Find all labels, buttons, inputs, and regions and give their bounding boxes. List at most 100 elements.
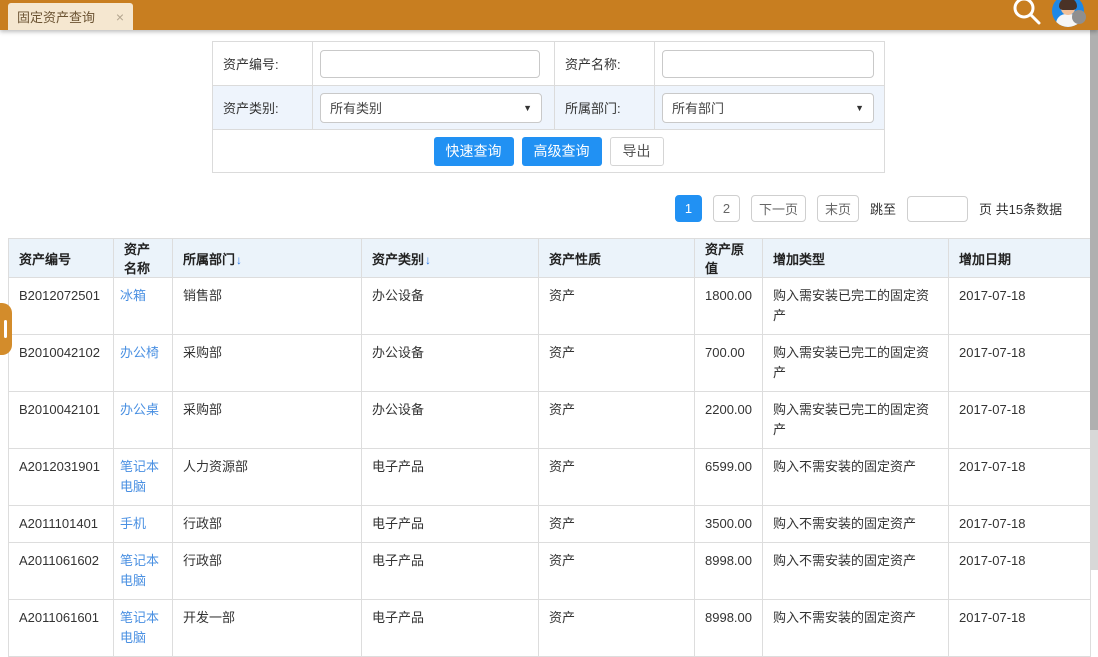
cell-col-3: 电子产品 [362, 600, 539, 657]
asset-name-label-cell: 资产名称: [555, 42, 655, 86]
vertical-scrollbar-track[interactable] [1090, 30, 1098, 570]
asset-category-value: 所有类别 [330, 98, 382, 117]
page-button-2[interactable]: 2 [713, 195, 740, 222]
asset-number-label: 资产编号: [213, 54, 279, 73]
cell-col-1: 手机 [114, 506, 173, 543]
tab-close-icon[interactable]: × [116, 10, 124, 24]
asset-table: 资产编号资产名称所属部门↓资产类别↓资产性质资产原值增加类型增加日期 B2012… [8, 238, 1091, 657]
cell-col-5: 6599.00 [695, 449, 763, 506]
asset-category-label-cell: 资产类别: [213, 86, 313, 130]
next-page-button[interactable]: 下一页 [751, 195, 806, 222]
asset-category-field-cell: 所有类别 ▼ [313, 86, 555, 130]
department-label-cell: 所属部门: [555, 86, 655, 130]
table-row: A2011101401 手机 行政部电子产品资产3500.00购入不需安装的固定资产… [9, 506, 1091, 543]
cell-col-0: A2012031901 [9, 449, 114, 506]
cell-col-2: 行政部 [173, 506, 362, 543]
cell-col-3: 办公设备 [362, 335, 539, 392]
jump-page-input[interactable] [907, 196, 968, 222]
cell-col-6: 购入不需安装的固定资产 [763, 506, 949, 543]
drawer-handle-bar-icon [4, 320, 7, 338]
cell-col-1: 笔记本电脑 [114, 543, 173, 600]
cell-col-6: 购入不需安装的固定资产 [763, 600, 949, 657]
search-icon[interactable] [1008, 0, 1044, 30]
column-header-3[interactable]: 资产类别↓ [362, 239, 539, 278]
advanced-query-button[interactable]: 高级查询 [522, 137, 602, 166]
cell-col-5: 3500.00 [695, 506, 763, 543]
cell-col-3: 电子产品 [362, 506, 539, 543]
asset-name-link[interactable]: 办公椅 [120, 345, 159, 360]
cell-col-0: A2011101401 [9, 506, 114, 543]
cell-col-5: 8998.00 [695, 600, 763, 657]
asset-name-link[interactable]: 办公桌 [120, 402, 159, 417]
cell-col-2: 行政部 [173, 543, 362, 600]
cell-col-2: 人力资源部 [173, 449, 362, 506]
department-value: 所有部门 [672, 98, 724, 117]
table-header-row: 资产编号资产名称所属部门↓资产类别↓资产性质资产原值增加类型增加日期 [9, 239, 1091, 278]
chevron-down-icon: ▼ [523, 103, 532, 113]
cell-col-5: 2200.00 [695, 392, 763, 449]
last-page-button[interactable]: 末页 [817, 195, 859, 222]
cell-col-2: 采购部 [173, 335, 362, 392]
cell-col-4: 资产 [539, 449, 695, 506]
page-button-1[interactable]: 1 [675, 195, 702, 222]
asset-name-link[interactable]: 手机 [120, 516, 146, 531]
drawer-toggle-handle[interactable] [0, 303, 12, 355]
asset-number-input[interactable] [320, 50, 540, 78]
cell-col-2: 销售部 [173, 278, 362, 335]
cell-col-4: 资产 [539, 278, 695, 335]
cell-col-4: 资产 [539, 335, 695, 392]
column-header-label: 资产编号 [19, 252, 71, 267]
column-header-5: 资产原值 [695, 239, 763, 278]
cell-col-7: 2017-07-18 [949, 278, 1091, 335]
cell-col-6: 购入需安装已完工的固定资产 [763, 392, 949, 449]
cell-col-1: 冰箱 [114, 278, 173, 335]
cell-col-6: 购入需安装已完工的固定资产 [763, 335, 949, 392]
tab-label: 固定资产查询 [17, 7, 95, 26]
cell-col-0: A2011061602 [9, 543, 114, 600]
column-header-label: 增加类型 [773, 252, 825, 267]
cell-col-2: 采购部 [173, 392, 362, 449]
asset-name-link[interactable]: 冰箱 [120, 288, 146, 303]
cell-col-0: A2011061601 [9, 600, 114, 657]
tab-fixed-asset-query[interactable]: 固定资产查询 × [8, 3, 133, 30]
department-select[interactable]: 所有部门 ▼ [662, 93, 874, 123]
cell-col-4: 资产 [539, 600, 695, 657]
cell-col-5: 8998.00 [695, 543, 763, 600]
column-header-label: 资产原值 [705, 242, 744, 276]
asset-name-label: 资产名称: [555, 54, 621, 73]
asset-name-input[interactable] [662, 50, 874, 78]
sort-desc-icon[interactable]: ↓ [425, 253, 431, 267]
table-row: B2012072501冰箱销售部办公设备资产1800.00购入需安装已完工的固定… [9, 278, 1091, 335]
cell-col-7: 2017-07-18 [949, 600, 1091, 657]
column-header-4: 资产性质 [539, 239, 695, 278]
cell-col-0: B2010042102 [9, 335, 114, 392]
asset-category-select[interactable]: 所有类别 ▼ [320, 93, 542, 123]
column-header-0: 资产编号 [9, 239, 114, 278]
asset-category-label: 资产类别: [213, 98, 279, 117]
cell-col-5: 1800.00 [695, 278, 763, 335]
asset-name-link[interactable]: 笔记本电脑 [120, 553, 159, 588]
top-bar: 固定资产查询 × [0, 0, 1098, 30]
department-label: 所属部门: [555, 98, 621, 117]
cell-col-4: 资产 [539, 543, 695, 600]
vertical-scrollbar-thumb[interactable] [1090, 30, 1098, 430]
column-header-label: 资产名称 [124, 242, 150, 276]
jump-to-label: 跳至 [870, 199, 896, 218]
table-row: A2011061601笔记本电脑开发一部电子产品资产8998.00购入不需安装的… [9, 600, 1091, 657]
cell-col-5: 700.00 [695, 335, 763, 392]
cell-col-7: 2017-07-18 [949, 392, 1091, 449]
cell-col-4: 资产 [539, 506, 695, 543]
cell-col-3: 办公设备 [362, 278, 539, 335]
sort-desc-icon[interactable]: ↓ [236, 253, 242, 267]
asset-name-link[interactable]: 笔记本电脑 [120, 610, 159, 645]
asset-name-link[interactable]: 笔记本电脑 [120, 459, 159, 494]
cell-col-3: 电子产品 [362, 543, 539, 600]
column-header-6: 增加类型 [763, 239, 949, 278]
column-header-1: 资产名称 [114, 239, 173, 278]
quick-query-button[interactable]: 快速查询 [434, 137, 514, 166]
table-row: B2010042101办公桌采购部办公设备资产2200.00购入需安装已完工的固… [9, 392, 1091, 449]
export-button[interactable]: 导出 [610, 137, 664, 166]
avatar-hair [1059, 0, 1077, 10]
column-header-2[interactable]: 所属部门↓ [173, 239, 362, 278]
cell-col-6: 购入需安装已完工的固定资产 [763, 278, 949, 335]
